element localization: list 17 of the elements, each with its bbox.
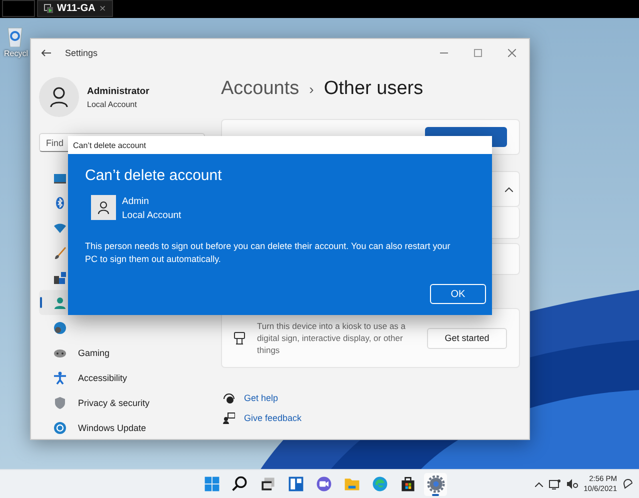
nav-label: Privacy & security bbox=[78, 398, 150, 408]
user-name: Admin bbox=[122, 195, 150, 209]
dialog-message: This person needs to sign out before you can delete their account. You can also restart your PC to sign them out automatically. bbox=[85, 240, 452, 266]
dialog-heading: Can’t delete account bbox=[85, 167, 223, 184]
nav-label: Gaming bbox=[78, 348, 110, 358]
breadcrumb-separator: › bbox=[309, 81, 314, 97]
nav-label: Windows Update bbox=[78, 422, 146, 432]
page-title: Other users bbox=[324, 78, 424, 100]
account-type: Local Account bbox=[122, 209, 182, 223]
kiosk-description: Turn this device into a kiosk to use as a digital sign, interactive display, or other things bbox=[257, 320, 407, 356]
dialog-title-bar: Can’t delete account bbox=[68, 136, 492, 154]
user-name: Administrator bbox=[87, 86, 150, 96]
account-type: Local Account bbox=[87, 100, 138, 108]
tab-label: W11-GA bbox=[57, 3, 96, 14]
window-title: Settings bbox=[65, 48, 98, 58]
nav-label: Accessibility bbox=[78, 372, 128, 382]
shortcut-label: Recycl bbox=[4, 49, 28, 58]
